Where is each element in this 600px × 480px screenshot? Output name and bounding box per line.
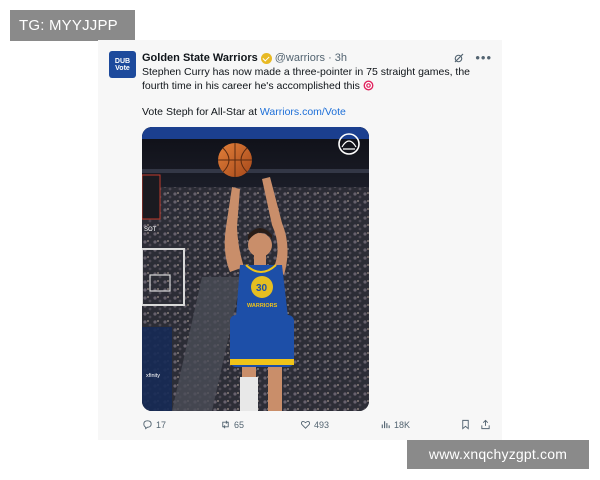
more-icon[interactable]: ••• [475,51,492,64]
basketball-icon [218,143,252,177]
svg-text:SOT: SOT [144,227,157,233]
bookmark-icon [462,419,469,430]
tweet-body: Stephen Curry has now made a three-point… [142,65,482,93]
views-button[interactable]: 18K [380,419,410,430]
bookmark-button[interactable] [460,419,471,430]
avatar[interactable]: DUB Vote [109,51,136,78]
reply-button[interactable]: 17 [142,419,166,430]
vote-line: Vote Steph for All-Star at Warriors.com/… [142,106,346,118]
tweet-card[interactable]: DUB Vote Golden State Warriors @warriors … [98,40,502,440]
top-watermark: TG: MYYJJPP [10,10,135,41]
like-count: 493 [314,419,330,430]
tweet-text-line-2: fourth time in his career he's accomplis… [142,79,482,93]
vote-link[interactable]: Warriors.com/Vote [260,106,346,118]
tweet-header: Golden State Warriors @warriors · 3h ••• [142,50,492,66]
repost-icon [222,420,229,429]
vote-prefix: Vote Steph for All-Star at [142,106,260,118]
svg-text:30: 30 [256,283,268,294]
svg-text:xfinity: xfinity [146,373,160,379]
bottom-watermark: www.xnqchyzgpt.com [407,440,589,469]
repost-button[interactable]: 65 [220,419,244,430]
share-icon [481,419,490,430]
tweet-photo[interactable]: SOT xfinity 30 WARRIORS [142,127,369,411]
curry-shot-photo: SOT xfinity 30 WARRIORS [142,127,369,411]
avatar-logo-text: DUB Vote [114,57,131,72]
svg-text:WARRIORS: WARRIORS [247,303,278,309]
author-name[interactable]: Golden State Warriors [142,52,258,64]
verified-badge-icon [260,52,272,64]
tweet-text-line-1: Stephen Curry has now made a three-point… [142,66,471,78]
reply-icon [143,420,152,430]
views-count: 18K [394,419,411,430]
target-icon [363,80,374,91]
repost-count: 65 [234,419,245,430]
share-button[interactable] [480,419,491,430]
grok-icon[interactable] [453,52,465,64]
like-icon [300,420,311,429]
reply-count: 17 [156,419,167,430]
author-handle-time[interactable]: @warriors · 3h [275,52,347,64]
views-icon [381,421,390,429]
like-button[interactable]: 493 [300,419,329,430]
action-bar: 17 65 493 18K [142,419,494,435]
header-actions: ••• [453,51,492,64]
